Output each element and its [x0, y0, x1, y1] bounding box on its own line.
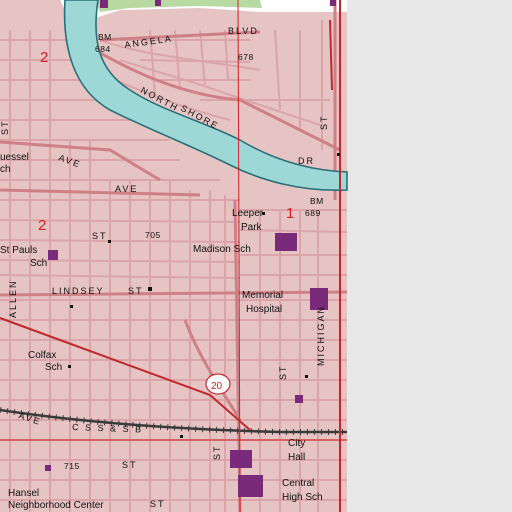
elev-678-label: 678	[238, 52, 254, 62]
lindsey-label: LINDSEY	[52, 286, 105, 296]
fuessel-sch-label: ch	[0, 164, 11, 175]
blvd-label: BLVD	[228, 26, 259, 36]
st-5-label: ST	[319, 114, 329, 130]
section-2-top-label: 2	[40, 49, 48, 66]
st-pauls-label: St Pauls	[0, 245, 37, 256]
michigan-label: MICHIGAN	[316, 305, 326, 366]
section-1-label: 1	[286, 205, 294, 222]
allen-label: ALLEN	[8, 279, 18, 318]
hospital-label: Hospital	[246, 304, 282, 315]
memorial-label: Memorial	[242, 290, 283, 301]
st-pauls-sch-label: Sch	[30, 258, 47, 269]
bm-689-value: 689	[305, 208, 321, 218]
elev-705-label: 705	[145, 230, 161, 240]
route-20-label: 20	[211, 381, 223, 392]
st-7-label: ST	[212, 444, 222, 460]
city-label: City	[288, 438, 305, 449]
ave-2-label: AVE	[115, 184, 138, 194]
neighborhood-center-label: Neighborhood Center	[8, 500, 104, 511]
st-4-label: ST	[278, 364, 288, 380]
park-label: Park	[241, 222, 263, 233]
st-6-label: ST	[122, 460, 138, 470]
elev-715-label: 715	[64, 461, 80, 471]
hansel-label: Hansel	[8, 488, 39, 499]
leeper-label: Leeper	[232, 208, 264, 219]
st-3-label: ST	[128, 286, 144, 296]
fuessel-label: uessel	[0, 152, 29, 163]
bm-684-label: BM	[98, 32, 112, 42]
madison-school-label: Madison Sch	[193, 244, 251, 255]
map-frame: BM 684 ANGELA BLVD 678 NORTH SHORE DR BM…	[0, 0, 512, 512]
hall-label: Hall	[288, 452, 305, 463]
section-2-label: 2	[38, 217, 46, 234]
st-1-label: ST	[92, 231, 108, 241]
colfax-label: Colfax	[28, 350, 56, 361]
bm-684-value: 684	[95, 44, 111, 54]
st-8-label: ST	[150, 499, 166, 509]
st-2-label: ST	[0, 119, 10, 135]
dr-label: DR	[298, 156, 315, 166]
bm-689-label: BM	[310, 196, 324, 206]
colfax-sch-label: Sch	[45, 362, 62, 373]
right-panel	[347, 0, 512, 512]
central-label: Central	[282, 478, 314, 489]
high-sch-label: High Sch	[282, 492, 323, 503]
topographic-map[interactable]: BM 684 ANGELA BLVD 678 NORTH SHORE DR BM…	[0, 0, 512, 512]
